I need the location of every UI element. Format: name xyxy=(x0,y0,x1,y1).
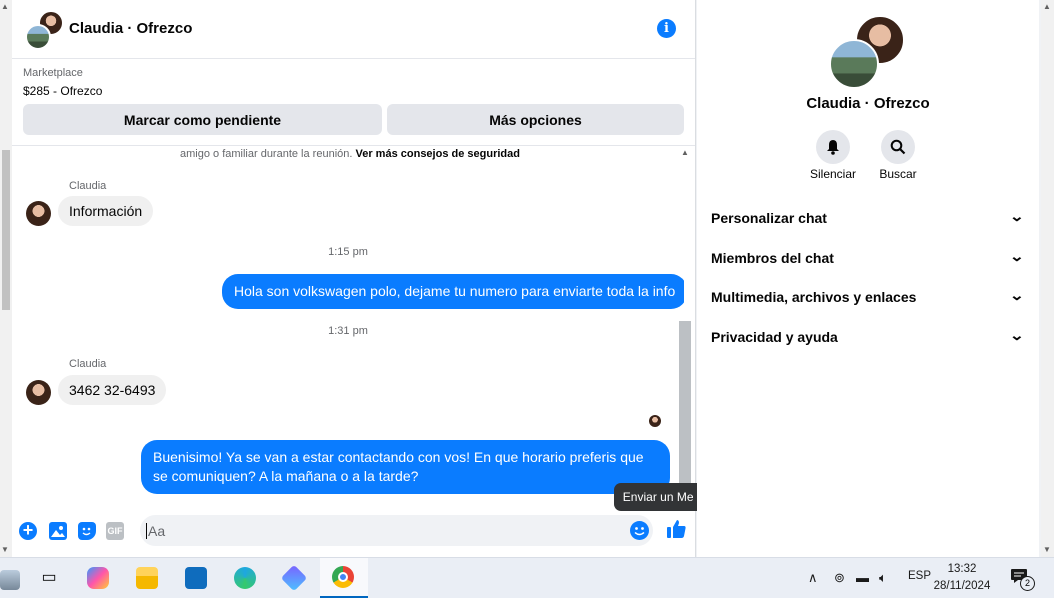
plus-icon[interactable]: + xyxy=(19,521,37,540)
section-customize-chat[interactable]: Personalizar chat ⌄ xyxy=(711,208,1025,230)
conversation-details-panel: Claudia · Ofrezco Silenciar Buscar Perso… xyxy=(697,0,1039,557)
chat-title[interactable]: Claudia · Ofrezco xyxy=(69,20,192,37)
thumbs-up-icon[interactable] xyxy=(664,518,688,542)
message-bubble-incoming[interactable]: 3462 32-6493 xyxy=(58,375,167,405)
avatar xyxy=(26,380,51,405)
avatar xyxy=(25,24,51,50)
chevron-down-icon: ⌄ xyxy=(1009,287,1025,303)
language-indicator[interactable]: ESP xyxy=(908,570,931,582)
mute-button[interactable] xyxy=(816,130,850,164)
task-view-icon[interactable]: ▭ xyxy=(38,567,60,589)
section-chat-members[interactable]: Miembros del chat ⌄ xyxy=(711,248,1025,270)
chrome-taskbar-button[interactable] xyxy=(320,558,368,598)
more-options-button[interactable]: Más opciones xyxy=(387,104,684,135)
safety-notice: amigo o familiar durante la reunión. Ver… xyxy=(180,148,520,160)
conversation-title: Claudia · Ofrezco xyxy=(806,95,930,112)
scroll-up-arrow[interactable]: ▲ xyxy=(1,2,9,11)
read-receipt-avatar xyxy=(649,415,661,427)
section-media-files-links[interactable]: Multimedia, archivos y enlaces ⌄ xyxy=(711,287,1025,309)
mail-icon[interactable] xyxy=(185,567,207,589)
chat-header: Claudia · Ofrezco i xyxy=(12,0,695,59)
chrome-icon xyxy=(332,566,354,588)
mark-pending-button[interactable]: Marcar como pendiente xyxy=(23,104,382,135)
input-placeholder: Aa xyxy=(148,523,166,539)
avatar xyxy=(26,201,51,226)
info-icon[interactable]: i xyxy=(657,19,676,38)
widgets-icon[interactable] xyxy=(0,570,20,590)
marketplace-label: Marketplace xyxy=(23,67,83,79)
sender-name: Claudia xyxy=(69,180,107,192)
search-button[interactable] xyxy=(881,130,915,164)
text-caret xyxy=(146,523,147,539)
scroll-down-arrow[interactable]: ▼ xyxy=(1043,545,1051,554)
section-privacy-help[interactable]: Privacidad y ayuda ⌄ xyxy=(711,327,1025,349)
timestamp: 1:15 pm xyxy=(328,246,368,258)
chat-panel: Claudia · Ofrezco i Marketplace $285 - O… xyxy=(12,0,696,557)
scroll-up-arrow[interactable]: ▲ xyxy=(681,148,689,157)
speaker-icon[interactable]: 🔈︎ xyxy=(879,570,887,586)
taskbar: ▭ ∧ ⊚ ▬ 🔈︎ ESP 13:32 28/11/2024 2 xyxy=(0,557,1054,598)
sticker-icon[interactable] xyxy=(78,522,96,540)
safety-link[interactable]: Ver más consejos de seguridad xyxy=(356,148,520,160)
avatar xyxy=(829,39,879,89)
page-scrollbar[interactable]: ▲ ▼ xyxy=(0,0,12,557)
notification-badge: 2 xyxy=(1020,576,1035,591)
chevron-down-icon: ⌄ xyxy=(1009,208,1025,224)
app-icon[interactable] xyxy=(280,564,308,592)
scroll-up-arrow[interactable]: ▲ xyxy=(1043,2,1051,11)
message-bubble-outgoing[interactable]: Buenisimo! Ya se van a estar contactando… xyxy=(141,440,670,494)
search-label: Buscar xyxy=(879,167,917,181)
chat-scrollbar[interactable]: ▲ xyxy=(678,146,692,511)
clock-date: 28/11/2024 xyxy=(933,580,991,592)
sender-name: Claudia xyxy=(69,358,107,370)
clock-time: 13:32 xyxy=(947,563,977,575)
camera-icon[interactable]: ⊚ xyxy=(834,570,845,586)
image-icon[interactable] xyxy=(49,522,67,540)
scrollbar-thumb[interactable] xyxy=(2,150,10,310)
scroll-down-arrow[interactable]: ▼ xyxy=(1,545,9,554)
edge-icon[interactable] xyxy=(234,567,256,589)
search-icon xyxy=(890,139,906,155)
composer: + GIF Aa xyxy=(12,512,695,557)
message-bubble-incoming[interactable]: Información xyxy=(58,196,154,226)
page-scrollbar[interactable]: ▲ ▼ xyxy=(1041,0,1054,557)
message-input[interactable]: Aa xyxy=(140,515,653,546)
message-list[interactable]: amigo o familiar durante la reunión. Ver… xyxy=(12,146,684,511)
chevron-up-icon[interactable]: ∧ xyxy=(808,570,818,586)
file-explorer-icon[interactable] xyxy=(136,567,158,589)
emoji-icon[interactable] xyxy=(630,521,649,540)
chevron-down-icon: ⌄ xyxy=(1009,248,1025,264)
copilot-icon[interactable] xyxy=(87,567,109,589)
gif-icon[interactable]: GIF xyxy=(106,522,124,540)
clock[interactable]: 13:32 28/11/2024 xyxy=(932,561,992,595)
notification-icon[interactable]: 2 xyxy=(1010,568,1035,591)
message-bubble-outgoing[interactable]: Hola son volkswagen polo, dejame tu nume… xyxy=(222,274,684,309)
timestamp: 1:31 pm xyxy=(328,325,368,337)
chevron-down-icon: ⌄ xyxy=(1009,327,1025,343)
battery-icon[interactable]: ▬ xyxy=(856,570,869,585)
listing-title[interactable]: $285 - Ofrezco xyxy=(23,84,102,98)
